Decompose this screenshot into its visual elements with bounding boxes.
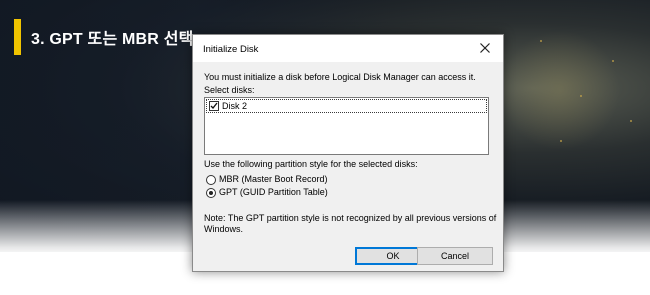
disk-label: Disk 2	[222, 101, 248, 111]
background-spark	[580, 95, 582, 97]
mbr-radio[interactable]	[206, 175, 216, 185]
check-icon	[210, 102, 218, 109]
accent-bar	[14, 19, 21, 55]
dialog-title: Initialize Disk	[203, 44, 259, 55]
gpt-label: GPT (GUID Partition Table)	[219, 187, 328, 197]
background-spark	[560, 140, 562, 142]
list-item[interactable]: Disk 2	[206, 99, 487, 113]
partition-style-label: Use the following partition style for th…	[204, 159, 418, 169]
dialog-titlebar: Initialize Disk	[193, 35, 503, 62]
mbr-label: MBR (Master Boot Record)	[219, 174, 328, 184]
page-title: 3. GPT 또는 MBR 선택	[31, 31, 194, 48]
radio-selected-dot	[209, 191, 213, 195]
background-spark	[540, 40, 542, 42]
cancel-button[interactable]: Cancel	[417, 247, 493, 265]
close-icon[interactable]	[477, 40, 493, 56]
background-spark	[630, 120, 632, 122]
intro-text: You must initialize a disk before Logica…	[204, 72, 476, 82]
select-disks-label: Select disks:	[204, 85, 255, 95]
disk-checkbox[interactable]	[209, 101, 219, 111]
initialize-disk-dialog: Initialize Disk You must initialize a di…	[192, 34, 504, 272]
gpt-radio[interactable]	[206, 188, 216, 198]
disk-list[interactable]: Disk 2	[204, 97, 489, 155]
note-text: Note: The GPT partition style is not rec…	[204, 213, 497, 223]
background-spark	[612, 60, 614, 62]
note-text-continued: Windows.	[204, 224, 244, 234]
background-glow	[500, 30, 620, 150]
